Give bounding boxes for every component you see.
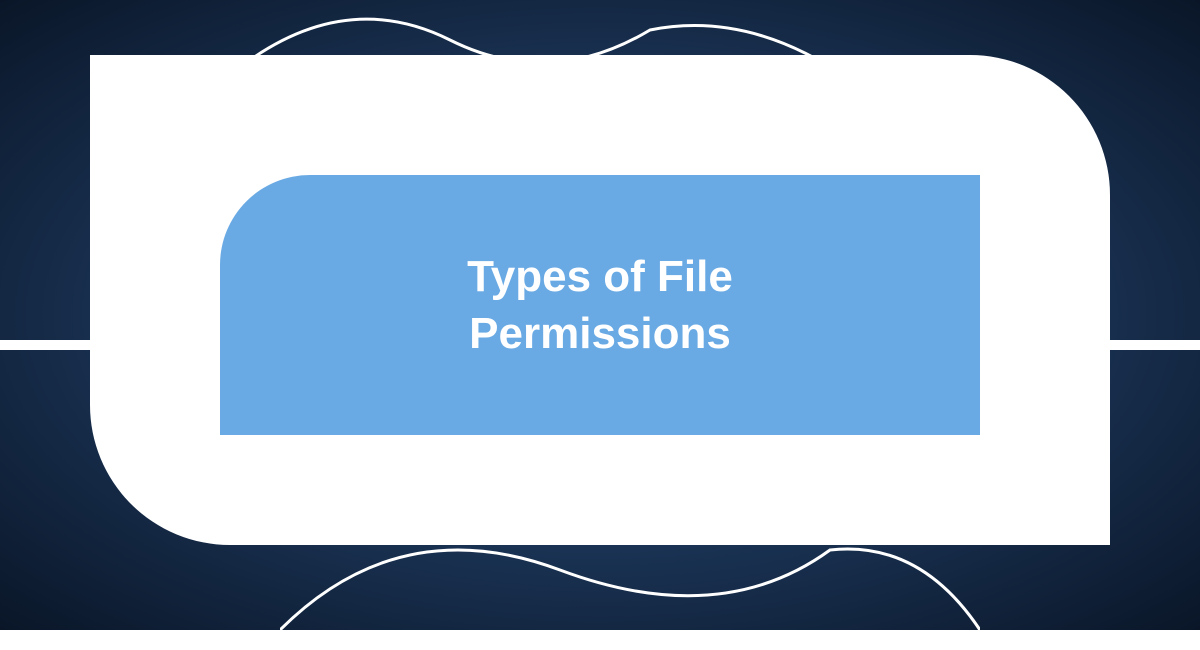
decorative-line-right [1110,340,1200,350]
inner-blue-shape: Types of FilePermissions [220,175,980,435]
decorative-line-left [0,340,90,350]
page-title: Types of FilePermissions [407,248,793,362]
